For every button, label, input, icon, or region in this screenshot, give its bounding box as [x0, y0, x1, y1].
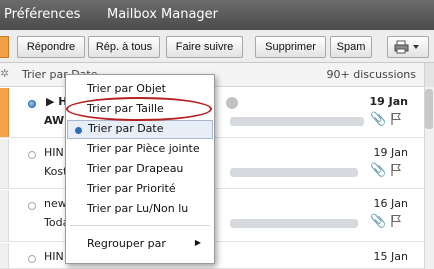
read-dot-icon[interactable]	[28, 151, 36, 159]
discussion-count: 90+ discussions	[326, 68, 416, 81]
message-date: 19 Jan	[373, 146, 408, 159]
radio-selected-icon	[75, 127, 82, 134]
menu-item-group-by[interactable]: Regrouper par ▶	[67, 235, 213, 254]
paperclip-icon: 📎	[370, 163, 387, 178]
reply-all-button[interactable]: Rép. à tous	[88, 36, 160, 58]
menu-divider	[70, 225, 210, 226]
forward-button[interactable]: Faire suivre	[166, 36, 243, 58]
message-date: 15 Jan	[373, 250, 408, 263]
read-dot-icon[interactable]	[28, 255, 36, 263]
message-sender: HIN	[44, 146, 64, 159]
message-date: 19 Jan	[369, 95, 408, 108]
message-subject: Kost	[44, 165, 68, 178]
message-sender: new	[44, 197, 67, 210]
row-selection-bar	[0, 139, 9, 188]
row-selection-bar	[0, 243, 9, 268]
blurred-subject	[230, 168, 358, 177]
highlight-ring	[66, 97, 212, 121]
toolbar: Répondre Rép. à tous Faire suivre Suppri…	[0, 30, 434, 63]
message-date: 16 Jan	[373, 197, 408, 210]
unread-dot-icon[interactable]	[28, 100, 36, 108]
paperclip-icon: 📎	[370, 112, 387, 127]
thread-count-badge	[226, 97, 238, 109]
scrollbar-thumb[interactable]	[425, 89, 433, 129]
flag-icon[interactable]	[390, 112, 402, 126]
spam-button[interactable]: Spam	[330, 36, 372, 58]
delete-button[interactable]: Supprimer	[255, 36, 326, 58]
paperclip-icon: 📎	[370, 214, 387, 229]
blurred-subject	[230, 219, 358, 228]
menu-mailbox-manager[interactable]: Mailbox Manager	[107, 7, 218, 22]
menu-item-sort-date[interactable]: Trier par Date	[67, 120, 213, 139]
menu-item-sort-flag[interactable]: Trier par Drapeau	[67, 160, 213, 179]
submenu-arrow-icon: ▶	[194, 238, 201, 247]
menu-preferences[interactable]: Préférences	[4, 7, 80, 22]
flag-icon[interactable]	[390, 163, 402, 177]
menu-item-sort-read-status[interactable]: Trier par Lu/Non lu	[67, 200, 213, 219]
gear-icon[interactable]: ✲	[0, 67, 9, 83]
scrollbar-cap	[424, 63, 434, 87]
print-menu-button[interactable]	[387, 36, 429, 58]
menubar: Préférences Mailbox Manager	[0, 0, 434, 30]
flag-icon[interactable]	[390, 214, 402, 228]
toolbar-left-tab[interactable]	[0, 36, 9, 58]
read-dot-icon[interactable]	[28, 202, 36, 210]
printer-icon	[394, 40, 419, 54]
menu-item-sort-attachment[interactable]: Trier par Pièce jointe	[67, 140, 213, 159]
row-selection-bar	[0, 88, 9, 137]
reply-button[interactable]: Répondre	[17, 36, 85, 58]
row-selection-bar	[0, 190, 9, 241]
menu-item-sort-priority[interactable]: Trier par Priorité	[67, 180, 213, 199]
blurred-subject	[230, 117, 364, 126]
